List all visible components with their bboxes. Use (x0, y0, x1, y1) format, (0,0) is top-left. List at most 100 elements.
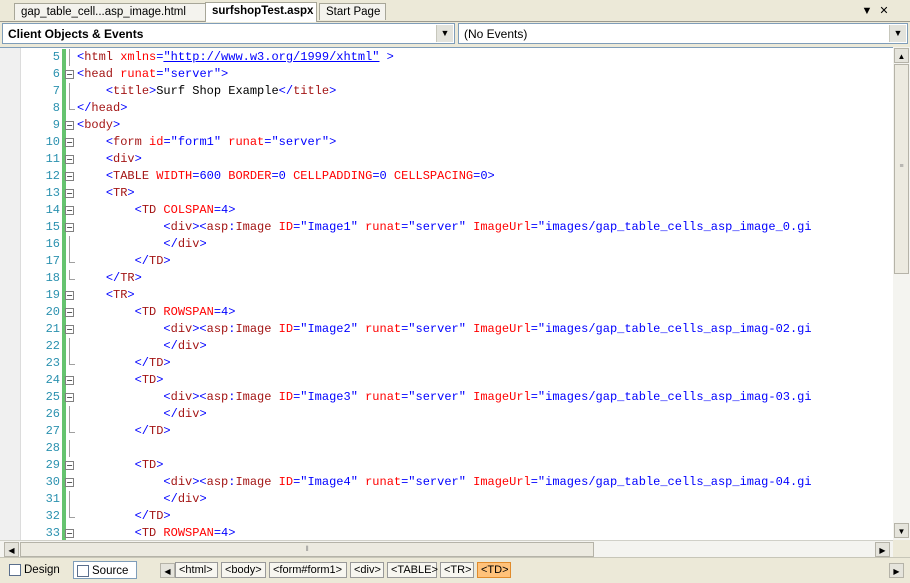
code-line[interactable]: 32 </TD> (0, 508, 893, 525)
code-token: < (105, 169, 114, 183)
code-line[interactable]: 12− <TABLE WIDTH=600 BORDER=0 CELLPADDIN… (0, 168, 893, 185)
tab-surfshoptest-aspx[interactable]: surfshopTest.aspx (205, 2, 317, 22)
code-line[interactable]: 27 </TD> (0, 423, 893, 440)
breadcrumb-scroll-right-icon[interactable]: ▶ (889, 563, 904, 578)
scroll-left-icon[interactable]: ◀ (4, 542, 19, 557)
line-number: 12 (45, 169, 60, 183)
vertical-scrollbar[interactable]: ▲ ≡ ▼ (893, 47, 910, 540)
code-line[interactable]: 13− <TR> (0, 185, 893, 202)
breadcrumb-item[interactable]: <TD> (477, 562, 511, 578)
code-token: TD (141, 526, 164, 540)
collapse-region-icon[interactable]: − (65, 291, 74, 300)
chevron-down-icon[interactable]: ▼ (436, 25, 453, 42)
collapse-region-icon[interactable]: − (65, 189, 74, 198)
code-token: TD (149, 509, 164, 523)
code-line[interactable]: 15− <div><asp:Image ID="Image1" runat="s… (0, 219, 893, 236)
collapse-region-icon[interactable]: − (65, 325, 74, 334)
code-line[interactable]: 22 </div> (0, 338, 893, 355)
code-token: title (293, 84, 330, 98)
source-view-button[interactable]: Source (73, 561, 137, 579)
code-token: > (329, 84, 337, 98)
scroll-right-icon[interactable]: ▶ (875, 542, 890, 557)
code-token: runat (365, 475, 402, 489)
code-line[interactable]: 10− <form id="form1" runat="server"> (0, 134, 893, 151)
horizontal-scroll-thumb[interactable]: ⦀ (20, 542, 594, 557)
code-token: ="images/gap_table_cells_asp_imag-04.gi (530, 475, 812, 489)
code-line[interactable]: 20− <TD ROWSPAN=4> (0, 304, 893, 321)
scroll-up-icon[interactable]: ▲ (894, 48, 909, 63)
events-combo[interactable]: (No Events) ▼ (458, 23, 908, 44)
collapse-region-icon[interactable]: − (65, 308, 74, 317)
code-line[interactable]: 14− <TD COLSPAN=4> (0, 202, 893, 219)
code-line[interactable]: 11− <div> (0, 151, 893, 168)
breadcrumb-item[interactable]: <html> (175, 562, 218, 578)
code-line[interactable]: 29− <TD> (0, 457, 893, 474)
code-token: Image (235, 322, 279, 336)
breadcrumb-item[interactable]: <form#form1> (269, 562, 347, 578)
code-line[interactable]: 19− <TR> (0, 287, 893, 304)
code-line[interactable]: 30− <div><asp:Image ID="Image4" runat="s… (0, 474, 893, 491)
code-token: > (163, 424, 171, 438)
code-line[interactable]: 23 </TD> (0, 355, 893, 372)
collapse-region-icon[interactable]: − (65, 155, 74, 164)
code-token: > (379, 50, 394, 64)
code-text: </div> (77, 406, 206, 423)
code-line[interactable]: 28 (0, 440, 893, 457)
collapse-region-icon[interactable]: − (65, 223, 74, 232)
breadcrumb-item[interactable]: <div> (350, 562, 384, 578)
client-objects-combo[interactable]: Client Objects & Events ▼ (2, 23, 455, 44)
code-line[interactable]: 26 </div> (0, 406, 893, 423)
code-line[interactable]: 6− <head runat="server"> (0, 66, 893, 83)
breadcrumb-scroll-left-icon[interactable]: ◀ (160, 563, 175, 578)
code-line[interactable]: 7 <title>Surf Shop Example</title> (0, 83, 893, 100)
code-line[interactable]: 33− <TD ROWSPAN=4> (0, 525, 893, 541)
collapse-region-icon[interactable]: − (65, 529, 74, 538)
collapse-region-icon[interactable]: − (65, 121, 74, 130)
tab-list-dropdown-icon[interactable]: ▼ (860, 4, 874, 18)
close-document-icon[interactable]: ✕ (877, 4, 891, 18)
collapse-region-icon[interactable]: − (65, 206, 74, 215)
breadcrumb-item[interactable]: <TR> (440, 562, 474, 578)
collapse-region-icon[interactable]: − (65, 393, 74, 402)
line-number: 11 (45, 152, 60, 166)
region-guide-line (69, 338, 70, 355)
code-line[interactable]: 21− <div><asp:Image ID="Image2" runat="s… (0, 321, 893, 338)
code-line[interactable]: 16 </div> (0, 236, 893, 253)
code-line[interactable]: 18 </TR> (0, 270, 893, 287)
change-indicator (62, 406, 66, 423)
code-token: </ (134, 509, 150, 523)
breadcrumb-item[interactable]: <body> (221, 562, 266, 578)
collapse-region-icon[interactable]: − (65, 376, 74, 385)
code-line[interactable]: 8 </head> (0, 100, 893, 117)
chevron-down-icon[interactable]: ▼ (889, 25, 906, 42)
collapse-region-icon[interactable]: − (65, 478, 74, 487)
scroll-down-icon[interactable]: ▼ (894, 523, 909, 538)
vertical-scroll-thumb[interactable]: ≡ (894, 64, 909, 274)
collapse-region-icon[interactable]: − (65, 461, 74, 470)
source-view-label: Source (92, 565, 129, 577)
breadcrumb-item[interactable]: <TABLE> (387, 562, 438, 578)
scroll-corner (893, 540, 910, 557)
code-line[interactable]: 17 </TD> (0, 253, 893, 270)
collapse-region-icon[interactable]: − (65, 70, 74, 79)
collapse-region-icon[interactable]: − (65, 138, 74, 147)
code-line[interactable]: 24− <TD> (0, 372, 893, 389)
code-line[interactable]: 25− <div><asp:Image ID="Image3" runat="s… (0, 389, 893, 406)
view-status-bar: Design Source ◀ <html> <body> <form#form1>… (0, 557, 910, 583)
code-token: ID (278, 475, 294, 489)
line-number: 9 (52, 118, 60, 132)
code-token: ImageUrl (473, 475, 531, 489)
code-token: < (163, 322, 171, 336)
collapse-region-icon[interactable]: − (65, 172, 74, 181)
design-view-button[interactable]: Design (6, 561, 68, 579)
code-line[interactable]: 5 <html xmlns="http://www.w3.org/1999/xht… (0, 49, 893, 66)
tab-start-page[interactable]: Start Page (319, 3, 386, 20)
tab-gap-table-html[interactable]: gap_table_cell...asp_image.html (14, 3, 206, 20)
code-line[interactable]: 31 </div> (0, 491, 893, 508)
code-token: </ (77, 101, 92, 115)
horizontal-scrollbar[interactable]: ◀ ⦀ ▶ (0, 540, 893, 558)
code-line[interactable]: 9− <body> (0, 117, 893, 134)
code-editor[interactable]: 5 <html xmlns="http://www.w3.org/1999/xht… (0, 47, 893, 541)
